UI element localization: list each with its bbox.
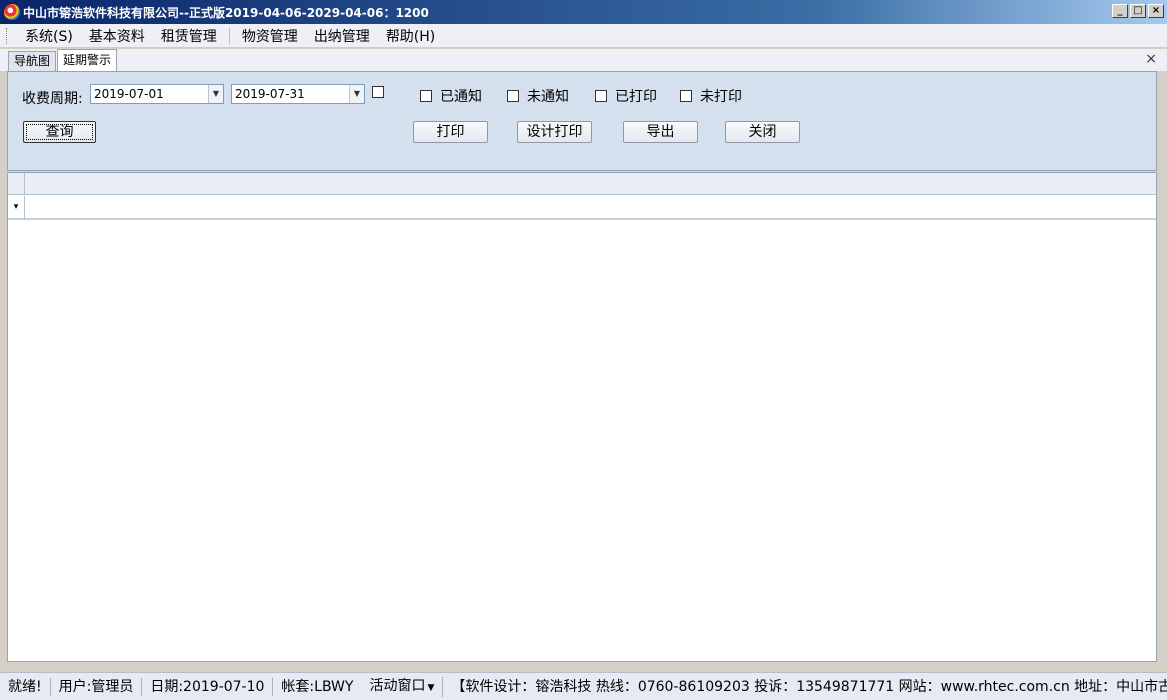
close-tab-icon[interactable]: × [1145,51,1157,67]
window-title: 中山市镕浩软件科技有限公司--正式版2019-04-06-2029-04-06：… [23,5,429,20]
not-notified-label: 未通知 [527,89,569,105]
date-enable-checkbox[interactable] [372,86,392,98]
app-logo-icon [4,4,20,20]
checkbox-box[interactable] [595,90,607,102]
period-label: 收费周期: [22,91,83,107]
title-bar: 中山市镕浩软件科技有限公司--正式版2019-04-06-2029-04-06：… [0,0,1167,24]
close-window-button[interactable]: × [1148,4,1164,18]
date-to-value: 2019-07-31 [235,87,305,101]
checkbox-box[interactable] [372,86,384,98]
date-from-picker[interactable]: 2019-07-01 ▼ [90,84,224,104]
printed-checkbox[interactable]: 已打印 [595,86,657,106]
checkbox-box[interactable] [507,90,519,102]
grid-corner[interactable] [8,173,25,195]
menu-basic-data[interactable]: 基本资料 [81,26,153,46]
query-panel: 收费周期: 2019-07-01 ▼ 2019-07-31 ▼ 已通知 未通知 … [7,71,1157,171]
menu-bar: 系统(S) 基本资料 租赁管理 物资管理 出纳管理 帮助(H) [0,24,1167,48]
design-print-button[interactable]: 设计打印 [517,121,592,143]
date-from-value: 2019-07-01 [94,87,164,101]
menu-help[interactable]: 帮助(H) [378,26,443,46]
checkbox-box[interactable] [680,90,692,102]
results-grid[interactable]: ▾ [7,172,1157,662]
date-to-picker[interactable]: 2019-07-31 ▼ [231,84,365,104]
status-user: 用户:管理员 [51,677,143,696]
status-date: 日期:2019-07-10 [142,677,274,696]
chevron-down-icon[interactable]: ▼ [349,85,364,103]
checkbox-box[interactable] [420,90,432,102]
printed-label: 已打印 [615,89,657,105]
filter-row-icon: ▾ [8,196,25,220]
minimize-button[interactable]: _ [1112,4,1128,18]
status-account: 帐套:LBWY [281,678,354,695]
not-notified-checkbox[interactable]: 未通知 [507,86,569,106]
print-button[interactable]: 打印 [413,121,488,143]
chevron-down-icon: ▼ [427,682,435,693]
maximize-button[interactable]: □ [1130,4,1146,18]
status-bar: 就绪! 用户:管理员 日期:2019-07-10 帐套:LBWY 活动窗口 ▼ 【… [0,672,1167,700]
status-ready: 就绪! [0,677,51,696]
menu-rental[interactable]: 租赁管理 [153,26,225,46]
not-printed-label: 未打印 [700,89,742,105]
close-button[interactable]: 关闭 [725,121,800,143]
window-controls: _ □ × [1112,4,1164,18]
chevron-down-icon[interactable]: ▼ [208,85,223,103]
active-window-dropdown[interactable]: 活动窗口 ▼ [361,676,444,697]
status-company-info: 【软件设计：镕浩科技 热线：0760-86109203 投诉：135498717… [451,678,1167,695]
search-button[interactable]: 查询 [23,121,96,143]
menu-separator [228,27,230,44]
grid-filter-row[interactable]: ▾ [8,196,1156,220]
notified-checkbox[interactable]: 已通知 [420,86,482,106]
tab-navigation[interactable]: 导航图 [8,51,57,71]
grid-header [8,173,1156,195]
document-tabs: 导航图 延期警示 × [0,49,1167,71]
menu-materials[interactable]: 物资管理 [234,26,306,46]
export-button[interactable]: 导出 [623,121,698,143]
not-printed-checkbox[interactable]: 未打印 [680,86,742,106]
menu-cashier[interactable]: 出纳管理 [306,26,378,46]
tab-overdue-warning[interactable]: 延期警示 [57,49,118,71]
menu-grip [6,27,9,44]
notified-label: 已通知 [440,89,482,105]
menu-system[interactable]: 系统(S) [17,26,81,46]
